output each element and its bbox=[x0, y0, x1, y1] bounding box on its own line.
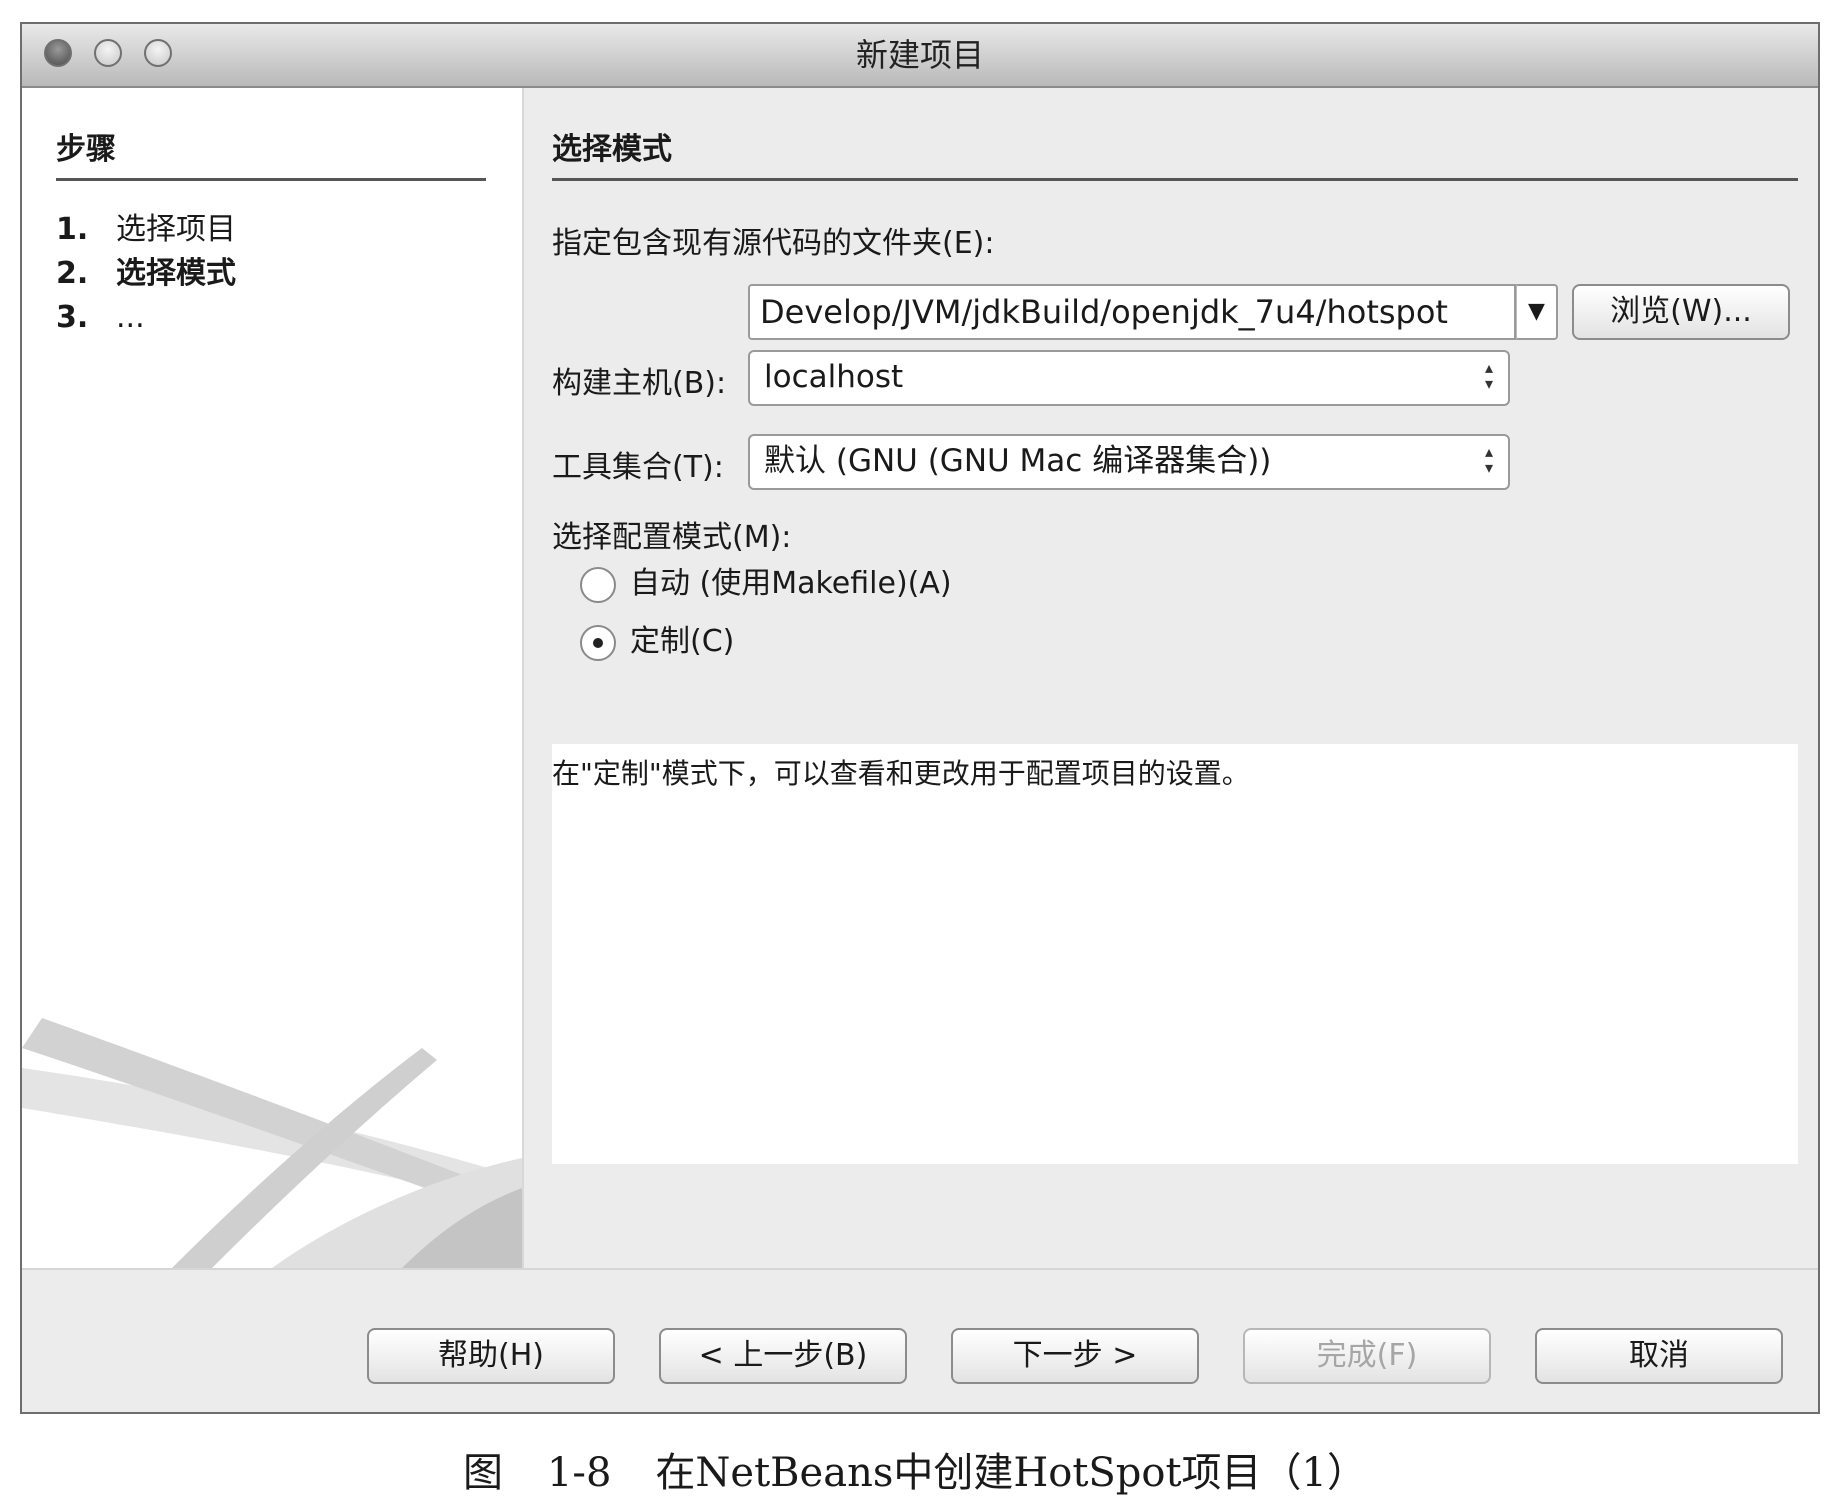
browse-button-label: 浏览(W)... bbox=[1610, 294, 1752, 329]
radio-checked-icon[interactable] bbox=[580, 624, 616, 661]
up-down-arrows-icon: ▴ ▾ bbox=[1484, 358, 1494, 393]
section-title: 选择模式 bbox=[552, 124, 1798, 181]
tool-collection-select[interactable]: 默认 (GNU (GNU Mac 编译器集合)) ▴ ▾ bbox=[748, 434, 1510, 490]
step-item-more: 3.... bbox=[56, 296, 236, 340]
tool-collection-label: 工具集合(T): bbox=[552, 450, 724, 485]
config-mode-label: 选择配置模式(M): bbox=[552, 520, 792, 555]
figure-label: 图 bbox=[462, 1450, 503, 1496]
next-button-label: 下一步 > bbox=[1012, 1338, 1138, 1373]
next-button[interactable]: 下一步 > bbox=[951, 1328, 1199, 1384]
step-label: ... bbox=[116, 300, 145, 335]
tool-collection-value: 默认 (GNU (GNU Mac 编译器集合)) bbox=[764, 443, 1272, 479]
build-host-label: 构建主机(B): bbox=[552, 366, 727, 401]
step-label: 选择模式 bbox=[116, 256, 236, 291]
mode-description-text: 在"定制"模式下，可以查看和更改用于配置项目的设置。 bbox=[552, 757, 1250, 790]
radio-auto-label: 自动 (使用Makefile)(A) bbox=[630, 566, 952, 601]
title-bar: 新建项目 bbox=[22, 24, 1818, 88]
step-item-select-project: 1. 选择项目 bbox=[56, 208, 236, 252]
new-project-dialog: 新建项目 步骤 1. 选择项目 2. 选择模式 3.... 选择模式 指定包含现有源… bbox=[20, 22, 1820, 1414]
up-down-arrows-icon: ▴ ▾ bbox=[1484, 442, 1494, 477]
source-folder-combo[interactable]: Develop/JVM/jdkBuild/openjdk_7u4/hotspot bbox=[748, 284, 1516, 340]
finish-button-label: 完成(F) bbox=[1316, 1338, 1418, 1373]
source-folder-label: 指定包含现有源代码的文件夹(E): bbox=[552, 226, 995, 261]
step-item-select-mode: 2. 选择模式 bbox=[56, 252, 236, 296]
back-button[interactable]: < 上一步(B) bbox=[659, 1328, 907, 1384]
window-title: 新建项目 bbox=[855, 36, 984, 74]
wizard-content: 选择模式 指定包含现有源代码的文件夹(E): Develop/JVM/jdkBu… bbox=[552, 88, 1798, 1268]
figure-caption: 图 1-8 在NetBeans中创建HotSpot项目（1） bbox=[0, 1440, 1830, 1498]
radio-custom[interactable]: 定制(C) bbox=[580, 620, 734, 664]
cancel-button[interactable]: 取消 bbox=[1535, 1328, 1783, 1384]
back-button-label: < 上一步(B) bbox=[698, 1338, 868, 1373]
figure-number: 1-8 bbox=[546, 1450, 612, 1496]
steps-list: 1. 选择项目 2. 选择模式 3.... bbox=[56, 208, 236, 340]
build-host-value: localhost bbox=[764, 359, 904, 395]
browse-button[interactable]: 浏览(W)... bbox=[1572, 284, 1790, 340]
steps-panel: 步骤 1. 选择项目 2. 选择模式 3.... bbox=[22, 88, 524, 1268]
radio-auto-makefile[interactable]: 自动 (使用Makefile)(A) bbox=[580, 562, 952, 606]
figure-caption-text: 在NetBeans中创建HotSpot项目（1） bbox=[655, 1450, 1368, 1496]
source-folder-value: Develop/JVM/jdkBuild/openjdk_7u4/hotspot bbox=[760, 293, 1448, 331]
cancel-button-label: 取消 bbox=[1629, 1338, 1689, 1373]
steps-header: 步骤 bbox=[56, 124, 486, 181]
step-number: 2. bbox=[56, 256, 89, 291]
help-button[interactable]: 帮助(H) bbox=[367, 1328, 615, 1384]
footer-separator bbox=[22, 1268, 1818, 1270]
step-number: 1. bbox=[56, 212, 89, 247]
radio-unchecked-icon[interactable] bbox=[580, 566, 616, 603]
triangle-down-icon: ▼ bbox=[1528, 299, 1545, 324]
radio-custom-label: 定制(C) bbox=[630, 624, 735, 659]
source-folder-dropdown-arrow[interactable]: ▼ bbox=[1516, 284, 1558, 340]
mode-description-area: 在"定制"模式下，可以查看和更改用于配置项目的设置。 bbox=[552, 744, 1798, 1164]
step-label: 选择项目 bbox=[116, 212, 236, 247]
step-number: 3. bbox=[56, 300, 89, 335]
finish-button[interactable]: 完成(F) bbox=[1243, 1328, 1491, 1384]
netbeans-swoosh-decoration bbox=[22, 1018, 522, 1268]
build-host-select[interactable]: localhost ▴ ▾ bbox=[748, 350, 1510, 406]
help-button-label: 帮助(H) bbox=[438, 1338, 544, 1373]
